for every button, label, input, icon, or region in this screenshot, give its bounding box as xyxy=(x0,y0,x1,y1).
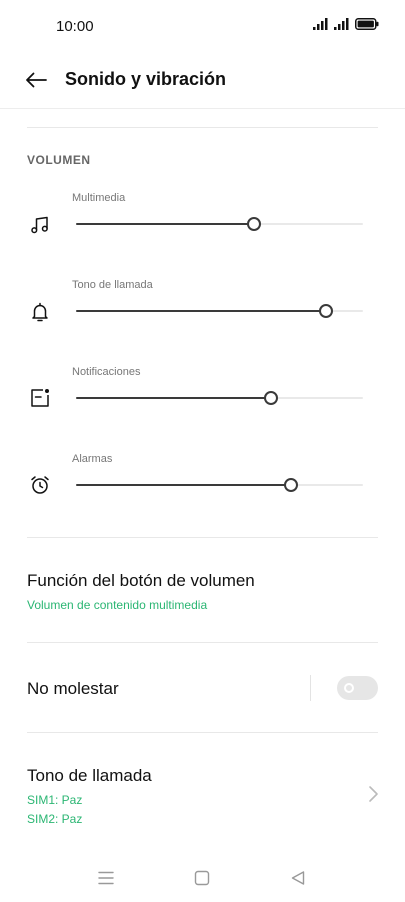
notification-icon xyxy=(28,386,52,410)
slider-thumb[interactable] xyxy=(284,478,299,492)
do-not-disturb-title[interactable]: No molestar xyxy=(27,679,119,699)
triangle-back-icon xyxy=(291,871,305,885)
ringtone-sim2: SIM2: Paz xyxy=(27,812,83,826)
arrow-left-icon xyxy=(26,72,47,88)
status-time: 10:00 xyxy=(56,18,94,35)
volume-button-function-title[interactable]: Función del botón de volumen xyxy=(27,571,255,591)
page-title: Sonido y vibración xyxy=(65,69,227,89)
status-icons xyxy=(313,18,379,30)
volume-label-ringtone: Tono de llamada xyxy=(72,279,153,291)
signal-sim2-icon xyxy=(334,18,349,30)
divider xyxy=(27,127,378,128)
section-title-volume: VOLUMEN xyxy=(27,153,91,167)
divider xyxy=(27,732,378,733)
ringtone-title[interactable]: Tono de llamada xyxy=(27,766,152,786)
ringtone-sim1: SIM1: Paz xyxy=(27,793,83,807)
toggle-knob xyxy=(344,683,354,693)
battery-icon xyxy=(355,18,379,30)
chevron-right-icon[interactable] xyxy=(366,785,380,803)
nav-home-button[interactable] xyxy=(190,866,214,890)
volume-label-alarms: Alarmas xyxy=(72,453,113,465)
slider-thumb[interactable] xyxy=(264,391,279,405)
divider xyxy=(27,642,378,643)
volume-label-multimedia: Multimedia xyxy=(72,192,126,204)
volume-slider-ringtone[interactable] xyxy=(76,304,363,318)
volume-slider-alarms[interactable] xyxy=(76,478,363,492)
header-divider xyxy=(0,108,405,109)
volume-button-function-value: Volumen de contenido multimedia xyxy=(27,598,208,612)
volume-label-notifications: Notificaciones xyxy=(72,366,141,378)
do-not-disturb-toggle[interactable] xyxy=(337,676,378,700)
alarm-clock-icon xyxy=(28,473,52,497)
slider-fill xyxy=(76,484,292,486)
bell-icon xyxy=(28,300,52,324)
signal-sim1-icon xyxy=(313,18,328,30)
slider-fill xyxy=(76,310,326,312)
slider-fill xyxy=(76,223,254,225)
menu-icon xyxy=(98,871,114,885)
volume-slider-multimedia[interactable] xyxy=(76,217,363,231)
music-note-icon xyxy=(28,213,52,237)
nav-back-button[interactable] xyxy=(286,866,310,890)
back-button[interactable] xyxy=(22,66,50,94)
divider xyxy=(27,537,378,538)
nav-menu-button[interactable] xyxy=(94,866,118,890)
slider-thumb[interactable] xyxy=(318,304,333,318)
toggle-separator xyxy=(310,675,311,701)
slider-fill xyxy=(76,397,272,399)
slider-thumb[interactable] xyxy=(246,217,261,231)
square-icon xyxy=(194,870,210,886)
volume-slider-notifications[interactable] xyxy=(76,391,363,405)
